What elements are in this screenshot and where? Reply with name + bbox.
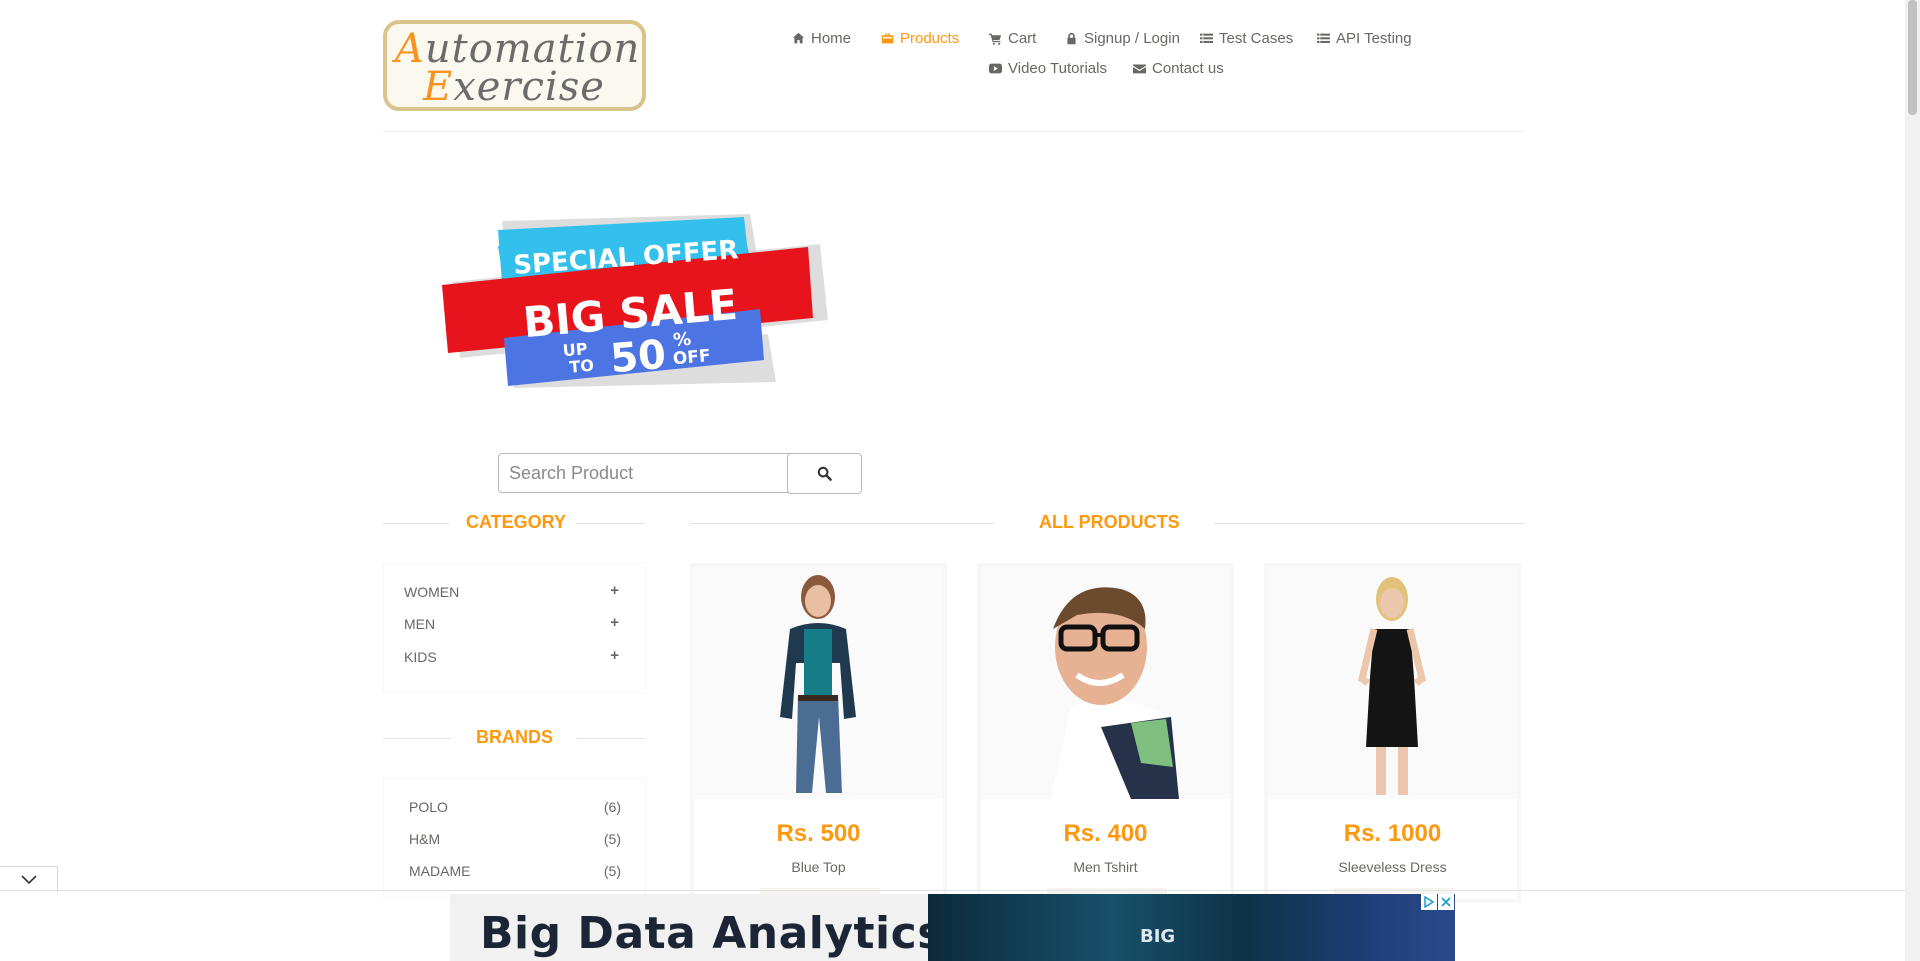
envelope-icon bbox=[1133, 64, 1146, 74]
category-title-rule-left bbox=[383, 523, 449, 524]
logo-line-2: Exercise bbox=[423, 64, 605, 110]
collapse-ad-button[interactable] bbox=[0, 866, 58, 892]
nav-video-tutorials[interactable]: Video Tutorials bbox=[989, 60, 1107, 77]
nav-signup-login-label: Signup / Login bbox=[1084, 30, 1180, 47]
scrollbar-thumb[interactable] bbox=[1908, 0, 1917, 115]
search-product-input[interactable] bbox=[498, 453, 790, 493]
products-title-rule-right bbox=[1214, 523, 1524, 524]
brand-polo[interactable]: POLO bbox=[409, 799, 448, 815]
product-card: Rs. 400 Men Tshirt bbox=[977, 563, 1234, 903]
category-title: CATEGORY bbox=[466, 512, 567, 532]
ad-close-icon[interactable] bbox=[1438, 894, 1454, 910]
all-products-title: ALL PRODUCTS bbox=[1039, 512, 1180, 532]
nav-contact-us[interactable]: Contact us bbox=[1133, 60, 1224, 77]
brands-title: BRANDS bbox=[476, 727, 554, 747]
brand-hm[interactable]: H&M bbox=[409, 831, 440, 847]
cart-icon bbox=[989, 33, 1002, 45]
nav-cart-label: Cart bbox=[1008, 30, 1037, 47]
special-offer-banner: SPECIAL OFFER BIG SALE UP TO 50 % OFF bbox=[438, 210, 828, 390]
logo-cap-e: E bbox=[423, 64, 454, 110]
expand-men-icon[interactable]: + bbox=[610, 614, 619, 631]
product-name: Men Tshirt bbox=[1073, 859, 1138, 875]
page-scrollbar[interactable] bbox=[1905, 0, 1920, 961]
list-icon bbox=[1200, 33, 1213, 43]
logo-cap-a: A bbox=[395, 26, 425, 72]
product-image-sleeveless-dress bbox=[1268, 567, 1517, 799]
lock-icon bbox=[1067, 32, 1076, 45]
product-price: Rs. 500 bbox=[776, 820, 861, 847]
nav-test-cases-label: Test Cases bbox=[1219, 30, 1294, 47]
brands-panel: POLO (6) H&M (5) MADAME (5) bbox=[383, 778, 646, 898]
product-card: Rs. 1000 Sleeveless Dress bbox=[1264, 563, 1521, 903]
product-name: Blue Top bbox=[791, 859, 846, 875]
product-card: Rs. 500 Blue Top bbox=[690, 563, 947, 903]
banner-off: OFF bbox=[672, 346, 711, 369]
category-kids[interactable]: KIDS bbox=[404, 649, 437, 665]
nav-test-cases[interactable]: Test Cases bbox=[1200, 30, 1293, 47]
ad-image-text: BIG bbox=[1140, 926, 1176, 947]
chevron-down-icon bbox=[20, 874, 37, 884]
brand-madame[interactable]: MADAME bbox=[409, 863, 470, 879]
nav-products[interactable]: Products bbox=[881, 30, 959, 47]
home-icon bbox=[792, 32, 805, 44]
nav-products-label: Products bbox=[900, 30, 960, 47]
nav-contact-us-label: Contact us bbox=[1152, 60, 1224, 77]
category-panel: WOMEN + MEN + KIDS + bbox=[383, 563, 646, 693]
nav-cart[interactable]: Cart bbox=[989, 30, 1036, 47]
brand-madame-count: (5) bbox=[603, 863, 621, 879]
nav-home-label: Home bbox=[811, 30, 852, 47]
product-image-blue-top bbox=[694, 567, 943, 799]
expand-women-icon[interactable]: + bbox=[610, 582, 619, 599]
nav-home[interactable]: Home bbox=[792, 30, 851, 47]
header-divider bbox=[383, 131, 1525, 132]
nav-api-testing[interactable]: API Testing bbox=[1317, 30, 1412, 47]
category-women[interactable]: WOMEN bbox=[404, 584, 459, 600]
ad-choices-icon[interactable] bbox=[1421, 894, 1437, 910]
banner-to: TO bbox=[569, 356, 595, 377]
product-image-men-tshirt bbox=[981, 567, 1230, 799]
brand-polo-count: (6) bbox=[603, 799, 621, 815]
product-name: Sleeveless Dress bbox=[1338, 859, 1447, 875]
nav-signup-login[interactable]: Signup / Login bbox=[1065, 30, 1180, 47]
product-price: Rs. 1000 bbox=[1343, 820, 1442, 847]
banner-percent-value: 50 bbox=[608, 332, 667, 383]
ad-headline: Big Data Analytics bbox=[480, 908, 944, 959]
products-title-rule-left bbox=[690, 523, 995, 524]
site-logo[interactable]: Automation Exercise bbox=[383, 20, 646, 111]
nav-api-testing-label: API Testing bbox=[1336, 30, 1412, 47]
logo-text-2: xercise bbox=[453, 64, 605, 110]
sale-banner-graphic: SPECIAL OFFER BIG SALE UP TO 50 % OFF bbox=[442, 214, 828, 388]
search-icon bbox=[817, 466, 832, 481]
category-title-rule-right bbox=[576, 523, 645, 524]
product-price: Rs. 400 bbox=[1063, 820, 1148, 847]
ad-image bbox=[928, 894, 1455, 961]
youtube-play-icon bbox=[989, 63, 1002, 74]
product-box-icon bbox=[881, 33, 894, 44]
ad-divider bbox=[0, 890, 1905, 891]
search-button[interactable] bbox=[787, 453, 862, 494]
brands-title-rule-right bbox=[577, 738, 645, 739]
advertisement-banner[interactable]: Big Data Analytics BIG bbox=[450, 894, 1455, 961]
nav-video-tutorials-label: Video Tutorials bbox=[1008, 60, 1107, 77]
brand-hm-count: (5) bbox=[603, 831, 621, 847]
brands-title-rule-left bbox=[383, 738, 451, 739]
list-icon bbox=[1317, 33, 1330, 43]
expand-kids-icon[interactable]: + bbox=[610, 647, 619, 664]
category-men[interactable]: MEN bbox=[404, 616, 435, 632]
